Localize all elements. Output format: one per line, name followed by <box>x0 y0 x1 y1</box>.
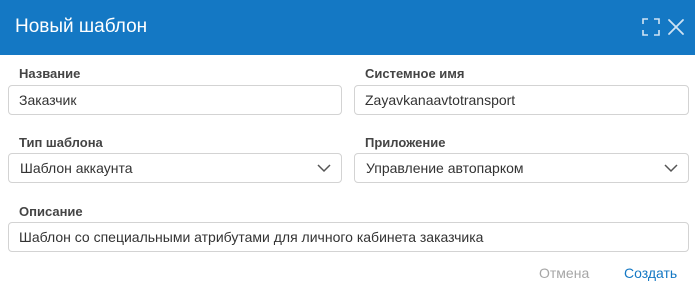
expand-icon[interactable] <box>642 18 660 36</box>
new-template-dialog: Новый шаблон Название Системное <box>0 0 695 295</box>
system-name-input[interactable] <box>354 85 689 115</box>
application-value: Управление автопарком <box>366 160 524 176</box>
application-select[interactable]: Управление автопарком <box>354 153 689 183</box>
chevron-down-icon <box>317 163 331 173</box>
create-button[interactable]: Создать <box>624 264 677 282</box>
dialog-header: Новый шаблон <box>0 0 695 55</box>
close-icon[interactable] <box>667 18 685 36</box>
name-label: Название <box>19 66 81 81</box>
system-name-label: Системное имя <box>365 66 465 81</box>
dialog-title: Новый шаблон <box>15 16 148 37</box>
application-label: Приложение <box>365 135 446 150</box>
cancel-button[interactable]: Отмена <box>539 264 589 282</box>
template-type-value: Шаблон аккаунта <box>20 160 133 176</box>
description-label: Описание <box>19 204 83 219</box>
description-input[interactable] <box>8 222 689 252</box>
template-type-label: Тип шаблона <box>19 135 103 150</box>
name-input[interactable] <box>8 85 342 115</box>
template-type-select[interactable]: Шаблон аккаунта <box>8 153 342 183</box>
chevron-down-icon <box>664 163 678 173</box>
